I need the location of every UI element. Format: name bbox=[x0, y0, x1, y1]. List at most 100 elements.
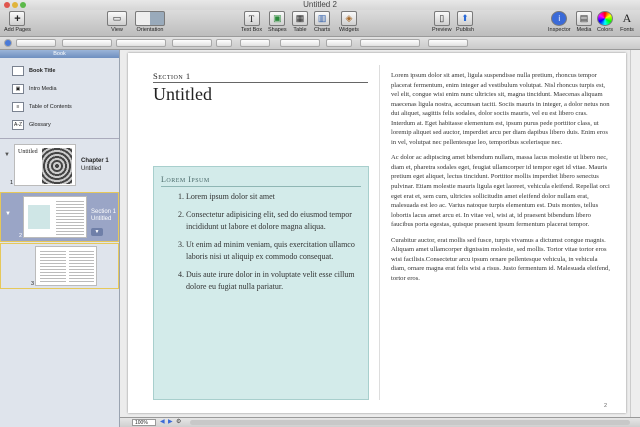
text-style-buttons[interactable] bbox=[240, 39, 270, 47]
sidebar-divider bbox=[0, 138, 119, 139]
sidebar-page-3[interactable]: 3 bbox=[0, 243, 119, 289]
font-size-select[interactable] bbox=[216, 39, 232, 47]
paragraph-style-select[interactable] bbox=[62, 39, 112, 47]
text-box-icon: T bbox=[243, 11, 260, 26]
fonts-button[interactable]: A Fonts bbox=[619, 11, 635, 33]
page-3-text-right bbox=[69, 251, 94, 283]
media-icon: ▤ bbox=[576, 11, 592, 26]
toolbar: + Add Pages ▭ View Orientation T Text Bo… bbox=[0, 10, 640, 37]
back-icon[interactable] bbox=[4, 39, 12, 47]
section-menu-button[interactable]: ▼ bbox=[91, 228, 103, 236]
line-spacing-select[interactable] bbox=[428, 39, 468, 47]
vertical-scrollbar[interactable] bbox=[630, 50, 640, 417]
colors-button[interactable]: Colors bbox=[597, 11, 613, 33]
box-title-rule bbox=[161, 186, 361, 187]
color-wheel-icon bbox=[597, 11, 613, 26]
publish-icon: ⬆ bbox=[457, 11, 474, 26]
page-number-1: 1 bbox=[10, 180, 14, 186]
chapter-thumbnail-image bbox=[42, 148, 72, 184]
paragraph[interactable]: Ac dolor ac adipiscing amet bibendum nul… bbox=[391, 153, 611, 229]
sidebar-item-intro-media[interactable]: ▣ Intro Media bbox=[12, 82, 57, 96]
sidebar-item-book-title[interactable]: Book Title bbox=[12, 64, 56, 78]
intro-media-icon: ▣ bbox=[12, 84, 24, 94]
section-label[interactable]: Section 1 bbox=[153, 71, 191, 81]
format-bar bbox=[0, 37, 640, 50]
preview-icon: ▯ bbox=[433, 11, 450, 26]
sidebar-section-1[interactable]: ▼ 2 Section 1 Untitled ▼ bbox=[0, 192, 119, 242]
sidebar-item-glossary[interactable]: A-Z Glossary bbox=[12, 118, 51, 132]
view-button[interactable]: ▭ View bbox=[107, 11, 127, 33]
columns-select[interactable] bbox=[360, 39, 420, 47]
sidebar-header: Book bbox=[0, 50, 119, 58]
section-title: Section 1 bbox=[91, 209, 117, 215]
media-button[interactable]: ▤ Media bbox=[576, 11, 592, 33]
zoom-window-button[interactable] bbox=[20, 2, 26, 8]
sidebar-chapter-1[interactable]: ▼ Untitled 1 Chapter 1 Untitled bbox=[0, 142, 119, 190]
plus-icon: + bbox=[9, 11, 26, 26]
section-thumbnail-box bbox=[28, 205, 50, 229]
list-item[interactable]: Ut enim ad minim veniam, quis exercitati… bbox=[186, 239, 362, 264]
close-window-button[interactable] bbox=[4, 2, 10, 8]
chapter-thumbnail: Untitled bbox=[14, 144, 76, 186]
list-item[interactable]: Duis aute irure dolor in in voluptate ve… bbox=[186, 269, 362, 294]
book-title-icon bbox=[12, 66, 24, 76]
page-3-thumbnail bbox=[35, 246, 97, 286]
list-item[interactable]: Consectetur adipisicing elit, sed do eiu… bbox=[186, 209, 362, 234]
shapes-button[interactable]: ▣ Shapes bbox=[268, 11, 287, 33]
add-pages-button[interactable]: + Add Pages bbox=[4, 11, 31, 33]
font-family-select[interactable] bbox=[172, 39, 212, 47]
inspector-icon: i bbox=[551, 11, 568, 26]
charts-button[interactable]: ▥ Charts bbox=[314, 11, 330, 33]
orientation-button[interactable]: Orientation bbox=[135, 11, 165, 33]
title-rule bbox=[153, 82, 368, 83]
paragraph[interactable]: Curabitur auctor, erat mollis sed fusce,… bbox=[391, 236, 611, 284]
section-subtitle: Untitled bbox=[91, 216, 112, 222]
fonts-icon: A bbox=[622, 11, 632, 25]
section-thumbnail-text bbox=[56, 201, 84, 235]
gear-icon[interactable]: ⚙ bbox=[176, 418, 181, 425]
thumbnail-title: Untitled bbox=[18, 149, 38, 155]
title-bar: Untitled 2 bbox=[0, 0, 640, 10]
preview-button[interactable]: ▯ Preview bbox=[432, 11, 452, 33]
widgets-button[interactable]: ◈ Widgets bbox=[339, 11, 359, 33]
table-button[interactable]: ▦ Table bbox=[292, 11, 308, 33]
list-style-select[interactable] bbox=[116, 39, 166, 47]
box-title[interactable]: Lorem Ipsum bbox=[161, 175, 210, 184]
disclosure-triangle-icon[interactable]: ▼ bbox=[4, 152, 10, 158]
minimize-window-button[interactable] bbox=[12, 2, 18, 8]
orientation-icon bbox=[135, 11, 165, 26]
alignment-buttons[interactable] bbox=[280, 39, 320, 47]
lorem-ipsum-box[interactable]: Lorem Ipsum Lorem ipsum dolor sit amet C… bbox=[153, 166, 369, 400]
shapes-icon: ▣ bbox=[269, 11, 286, 26]
window-title: Untitled 2 bbox=[303, 0, 337, 9]
page-number: 2 bbox=[604, 403, 608, 409]
view-icon: ▭ bbox=[107, 11, 127, 26]
spacing-buttons[interactable] bbox=[326, 39, 352, 47]
glossary-icon: A-Z bbox=[12, 120, 24, 130]
sidebar-item-table-of-contents[interactable]: ≡ Table of Contents bbox=[12, 100, 72, 114]
text-box-button[interactable]: T Text Box bbox=[241, 11, 262, 33]
list-item[interactable]: Lorem ipsum dolor sit amet bbox=[186, 191, 362, 204]
widgets-icon: ◈ bbox=[340, 11, 357, 26]
horizontal-scrollbar[interactable] bbox=[190, 420, 630, 425]
document-page[interactable]: Section 1 Untitled Lorem Ipsum Lorem ips… bbox=[128, 53, 626, 413]
page-title[interactable]: Untitled bbox=[153, 84, 212, 105]
disclosure-triangle-icon[interactable]: ▼ bbox=[5, 211, 11, 217]
page-number-3: 3 bbox=[31, 281, 35, 287]
previous-page-icon[interactable]: ◀ bbox=[160, 418, 165, 425]
table-icon: ▦ bbox=[292, 11, 308, 26]
next-page-icon[interactable]: ▶ bbox=[168, 418, 173, 425]
style-select[interactable] bbox=[16, 39, 56, 47]
inspector-button[interactable]: i Inspector bbox=[548, 11, 571, 33]
publish-button[interactable]: ⬆ Publish bbox=[456, 11, 474, 33]
section-thumbnail bbox=[23, 196, 87, 238]
numbered-list: Lorem ipsum dolor sit amet Consectetur a… bbox=[176, 191, 362, 294]
zoom-select[interactable]: 100% bbox=[132, 419, 156, 426]
body-text[interactable]: Lorem ipsum dolor sit amet, ligula suspe… bbox=[391, 71, 611, 283]
chart-icon: ▥ bbox=[314, 11, 331, 26]
status-bar: 100% ◀ ▶ ⚙ bbox=[120, 417, 640, 427]
column-divider bbox=[379, 65, 380, 400]
page-number-2: 2 bbox=[19, 233, 23, 239]
paragraph[interactable]: Lorem ipsum dolor sit amet, ligula suspe… bbox=[391, 71, 611, 147]
chapter-subtitle: Untitled bbox=[81, 166, 102, 172]
